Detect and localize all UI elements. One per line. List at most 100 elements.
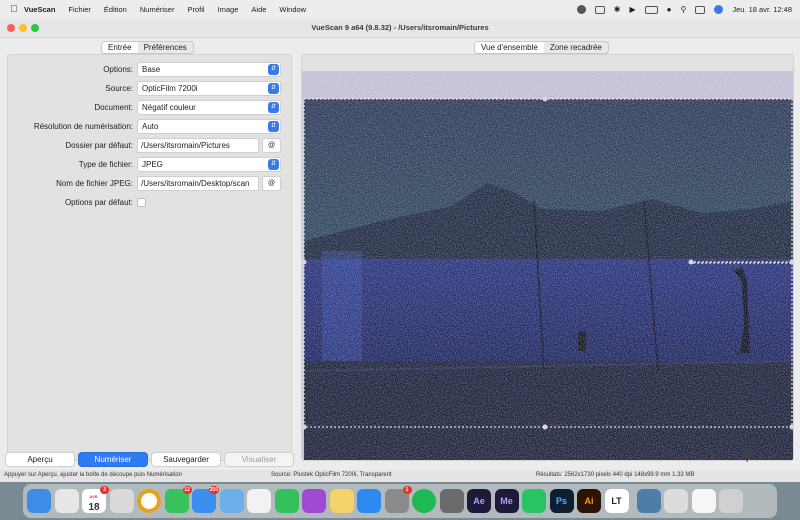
status-hint: Appuyer sur Aperçu, ajuster la boîte de … bbox=[4, 472, 183, 478]
menu-edition[interactable]: Édition bbox=[104, 5, 127, 14]
save-button[interactable]: Sauvegarder bbox=[151, 452, 221, 467]
tab-entree[interactable]: Entrée bbox=[102, 42, 138, 53]
source-popup[interactable]: OpticFilm 7200i ⇵ bbox=[137, 81, 281, 96]
default-options-label: Options par défaut: bbox=[64, 198, 133, 207]
illustrator-icon[interactable]: Ai bbox=[577, 489, 601, 513]
maps-icon[interactable] bbox=[219, 489, 244, 513]
bluetooth-icon[interactable]: ✱ bbox=[614, 5, 621, 14]
facetime-icon[interactable] bbox=[274, 489, 299, 513]
status-results: Résultats: 2562x1730 pixels 440 dpi 148x… bbox=[536, 472, 695, 478]
wifi-icon[interactable]: ● bbox=[667, 5, 672, 14]
menu-image[interactable]: Image bbox=[218, 5, 239, 14]
file-type-label: Type de fichier: bbox=[78, 160, 133, 169]
menu-window[interactable]: Window bbox=[279, 5, 306, 14]
resolution-label: Résolution de numérisation: bbox=[33, 122, 133, 131]
messages-badge: 12 bbox=[182, 486, 192, 494]
vuescan-dock-icon[interactable] bbox=[109, 489, 134, 513]
resolution-popup[interactable]: Auto ⇵ bbox=[137, 119, 281, 134]
document-popup[interactable]: Négatif couleur ⇵ bbox=[137, 100, 281, 115]
chevron-updown-icon: ⇵ bbox=[268, 159, 279, 170]
finder-icon[interactable] bbox=[27, 489, 51, 513]
after-effects-icon[interactable]: Ae bbox=[467, 489, 491, 513]
chevron-updown-icon: ⇵ bbox=[268, 102, 279, 113]
preview-button[interactable]: Aperçu bbox=[5, 452, 75, 467]
default-options-row: Options par défaut: bbox=[8, 195, 293, 211]
messages-icon[interactable]: 12 bbox=[164, 486, 192, 513]
chevron-updown-icon: ⇵ bbox=[268, 121, 279, 132]
preview-panel bbox=[301, 54, 794, 461]
preview-app-icon[interactable] bbox=[636, 489, 661, 513]
lt-app-icon[interactable]: LT bbox=[604, 489, 629, 513]
apple-icon[interactable]:  bbox=[10, 4, 24, 15]
mail-badge: 350 bbox=[208, 486, 219, 494]
options-value: Base bbox=[142, 65, 161, 74]
menu-clock[interactable]: Jeu. 18 avr. 12:48 bbox=[732, 5, 792, 14]
calendar-icon[interactable]: AVR. 18 3 bbox=[82, 486, 109, 513]
creative-cloud-icon[interactable] bbox=[576, 5, 586, 14]
search-icon[interactable]: ⚲ bbox=[681, 5, 687, 14]
crop-handle-top[interactable] bbox=[542, 96, 548, 102]
launchpad-icon[interactable] bbox=[54, 489, 79, 513]
dock: AVR. 18 3 12 350 1 Ae Me Ps Ai LT bbox=[23, 484, 777, 518]
menu-profil[interactable]: Profil bbox=[187, 5, 204, 14]
menu-aide[interactable]: Aide bbox=[251, 5, 266, 14]
scan-preview-image[interactable] bbox=[302, 71, 794, 461]
display-icon[interactable] bbox=[594, 5, 605, 14]
document-row: Document: Négatif couleur ⇵ bbox=[8, 100, 293, 116]
jpeg-name-label: Nom de fichier JPEG: bbox=[56, 179, 133, 188]
podcasts-icon[interactable] bbox=[302, 489, 326, 513]
media-encoder-icon[interactable]: Me bbox=[494, 489, 519, 513]
rotate-left-icon[interactable]: ↶ bbox=[682, 448, 695, 466]
left-tab-group: Entrée Préférences bbox=[101, 41, 194, 54]
default-options-checkbox[interactable] bbox=[137, 198, 146, 207]
jpeg-name-field[interactable]: /Users/itsromain/Desktop/scan bbox=[137, 176, 259, 191]
siri-icon[interactable] bbox=[714, 5, 724, 14]
status-source: Source: Plustek OpticFilm 7200i, Transpa… bbox=[271, 472, 392, 478]
menu-fichier[interactable]: Fichier bbox=[68, 5, 91, 14]
photo bbox=[303, 99, 793, 460]
zoom-icon[interactable]: ⚲ bbox=[742, 447, 752, 464]
tab-vue-ensemble[interactable]: Vue d'ensemble bbox=[475, 42, 544, 53]
crop-handle-bottom[interactable] bbox=[542, 424, 548, 430]
crop-handle-mid[interactable] bbox=[688, 259, 694, 265]
app-store-icon[interactable] bbox=[357, 489, 381, 513]
menu-app-name[interactable]: VueScan bbox=[24, 5, 55, 14]
screenshot-icon[interactable] bbox=[664, 489, 688, 513]
calendar-day: 18 bbox=[88, 502, 100, 513]
default-folder-row: Dossier par défaut: /Users/itsromain/Pic… bbox=[8, 138, 293, 154]
photoshop-icon[interactable]: Ps bbox=[549, 489, 574, 513]
menu-bar:  VueScan Fichier Édition Numériser Prof… bbox=[0, 0, 800, 19]
options-label: Options: bbox=[103, 65, 133, 74]
spotify-icon[interactable] bbox=[412, 489, 436, 513]
mail-icon[interactable]: 350 bbox=[192, 486, 219, 513]
file-type-popup[interactable]: JPEG ⇵ bbox=[137, 157, 281, 172]
calculator-icon[interactable] bbox=[439, 489, 464, 513]
google-drive-icon[interactable] bbox=[691, 489, 716, 513]
settings-panel: Options: Base ⇵ Source: OpticFilm 7200i ⇵ … bbox=[7, 54, 292, 461]
chrome-icon[interactable] bbox=[137, 489, 161, 513]
resolution-value: Auto bbox=[142, 122, 159, 131]
photos-icon[interactable] bbox=[247, 489, 271, 513]
chevron-updown-icon: ⇵ bbox=[268, 83, 279, 94]
options-popup[interactable]: Base ⇵ bbox=[137, 62, 281, 77]
tab-zone-recadree[interactable]: Zone recadrée bbox=[544, 42, 608, 53]
system-settings-icon[interactable]: 1 bbox=[384, 486, 412, 513]
default-folder-label: Dossier par défaut: bbox=[65, 141, 133, 150]
title-bar: VueScan 9 a64 (9.8.32) - /Users/itsromai… bbox=[0, 19, 800, 38]
rotate-right-icon[interactable]: ↷ bbox=[704, 448, 717, 466]
tab-preferences[interactable]: Préférences bbox=[138, 42, 193, 53]
battery-icon[interactable] bbox=[644, 5, 658, 14]
view-button[interactable]: Visualiser bbox=[224, 452, 294, 467]
default-folder-field[interactable]: /Users/itsromain/Pictures bbox=[137, 138, 259, 153]
notes-icon[interactable] bbox=[329, 489, 354, 513]
scan-button[interactable]: Numériser bbox=[78, 452, 148, 467]
default-folder-at-button[interactable]: @ bbox=[262, 138, 281, 153]
whatsapp-icon[interactable] bbox=[522, 489, 546, 513]
play-icon[interactable]: ▶ bbox=[630, 5, 636, 14]
trash-icon[interactable] bbox=[719, 489, 743, 513]
source-row: Source: OpticFilm 7200i ⇵ bbox=[8, 81, 293, 97]
menu-numeriser[interactable]: Numériser bbox=[140, 5, 175, 14]
jpeg-name-at-button[interactable]: @ bbox=[262, 176, 281, 191]
control-center-icon[interactable] bbox=[695, 5, 706, 14]
file-type-value: JPEG bbox=[142, 160, 163, 169]
